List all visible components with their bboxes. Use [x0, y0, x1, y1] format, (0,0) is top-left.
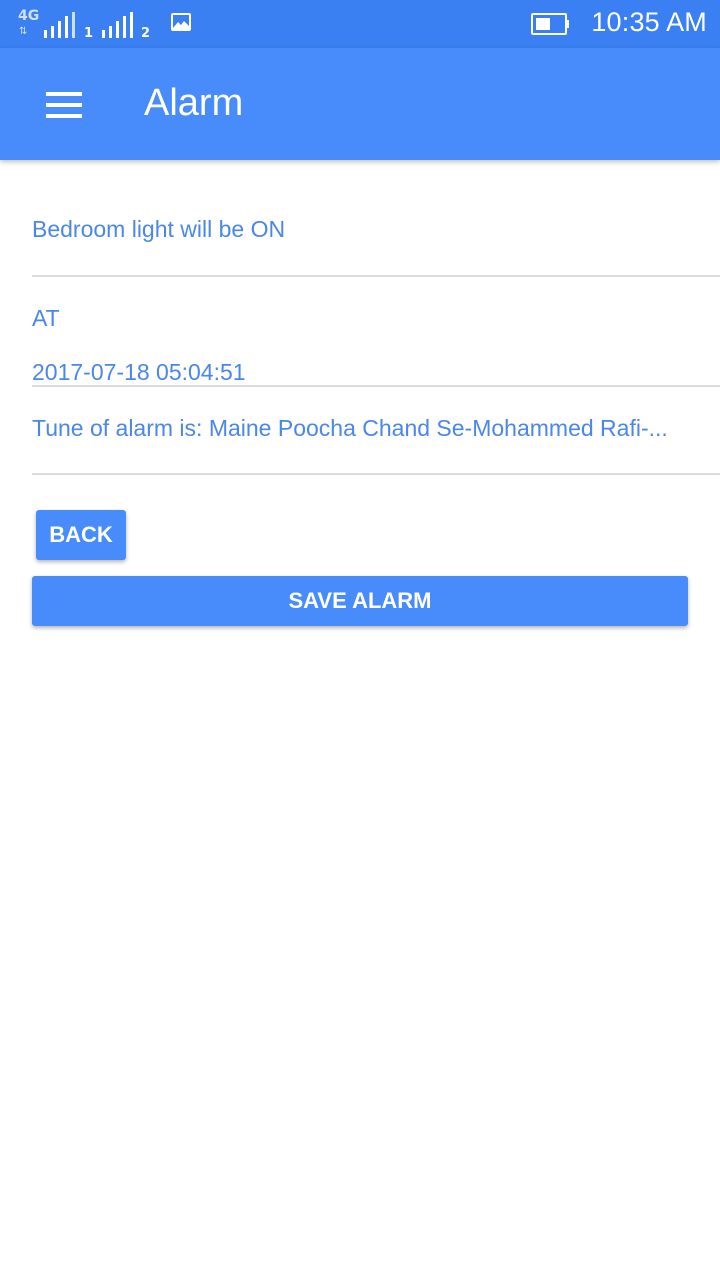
- signal-icon: [102, 12, 133, 38]
- hamburger-menu-icon[interactable]: [46, 92, 82, 118]
- alarm-datetime[interactable]: 2017-07-18 05:04:51: [32, 359, 246, 386]
- divider: [32, 275, 720, 277]
- status-time: 10:35 AM: [591, 7, 707, 37]
- at-label: AT: [32, 305, 60, 331]
- sim1-label: 1: [84, 26, 94, 41]
- status-bar: 4G ⇅ 1 2 10:35 AM: [0, 0, 720, 48]
- battery-fill: [536, 18, 550, 30]
- back-button[interactable]: BACK: [36, 510, 126, 560]
- sim2-label: 2: [141, 26, 151, 41]
- page-title: Alarm: [144, 82, 244, 124]
- device-status-text: Bedroom light will be ON: [32, 216, 286, 242]
- save-alarm-button[interactable]: SAVE ALARM: [32, 576, 688, 626]
- battery-icon: [531, 13, 569, 35]
- network-type-label: 4G: [18, 8, 40, 24]
- signal-icon: [44, 12, 75, 38]
- gallery-icon: [171, 13, 191, 31]
- battery-tip: [566, 20, 569, 28]
- app-bar: Alarm: [0, 48, 720, 160]
- data-arrows-icon: ⇅: [19, 26, 27, 37]
- datetime-underline: [32, 385, 720, 387]
- alarm-tune-text[interactable]: Tune of alarm is: Maine Poocha Chand Se-…: [32, 415, 668, 442]
- battery-body: [531, 13, 567, 35]
- divider: [32, 473, 720, 475]
